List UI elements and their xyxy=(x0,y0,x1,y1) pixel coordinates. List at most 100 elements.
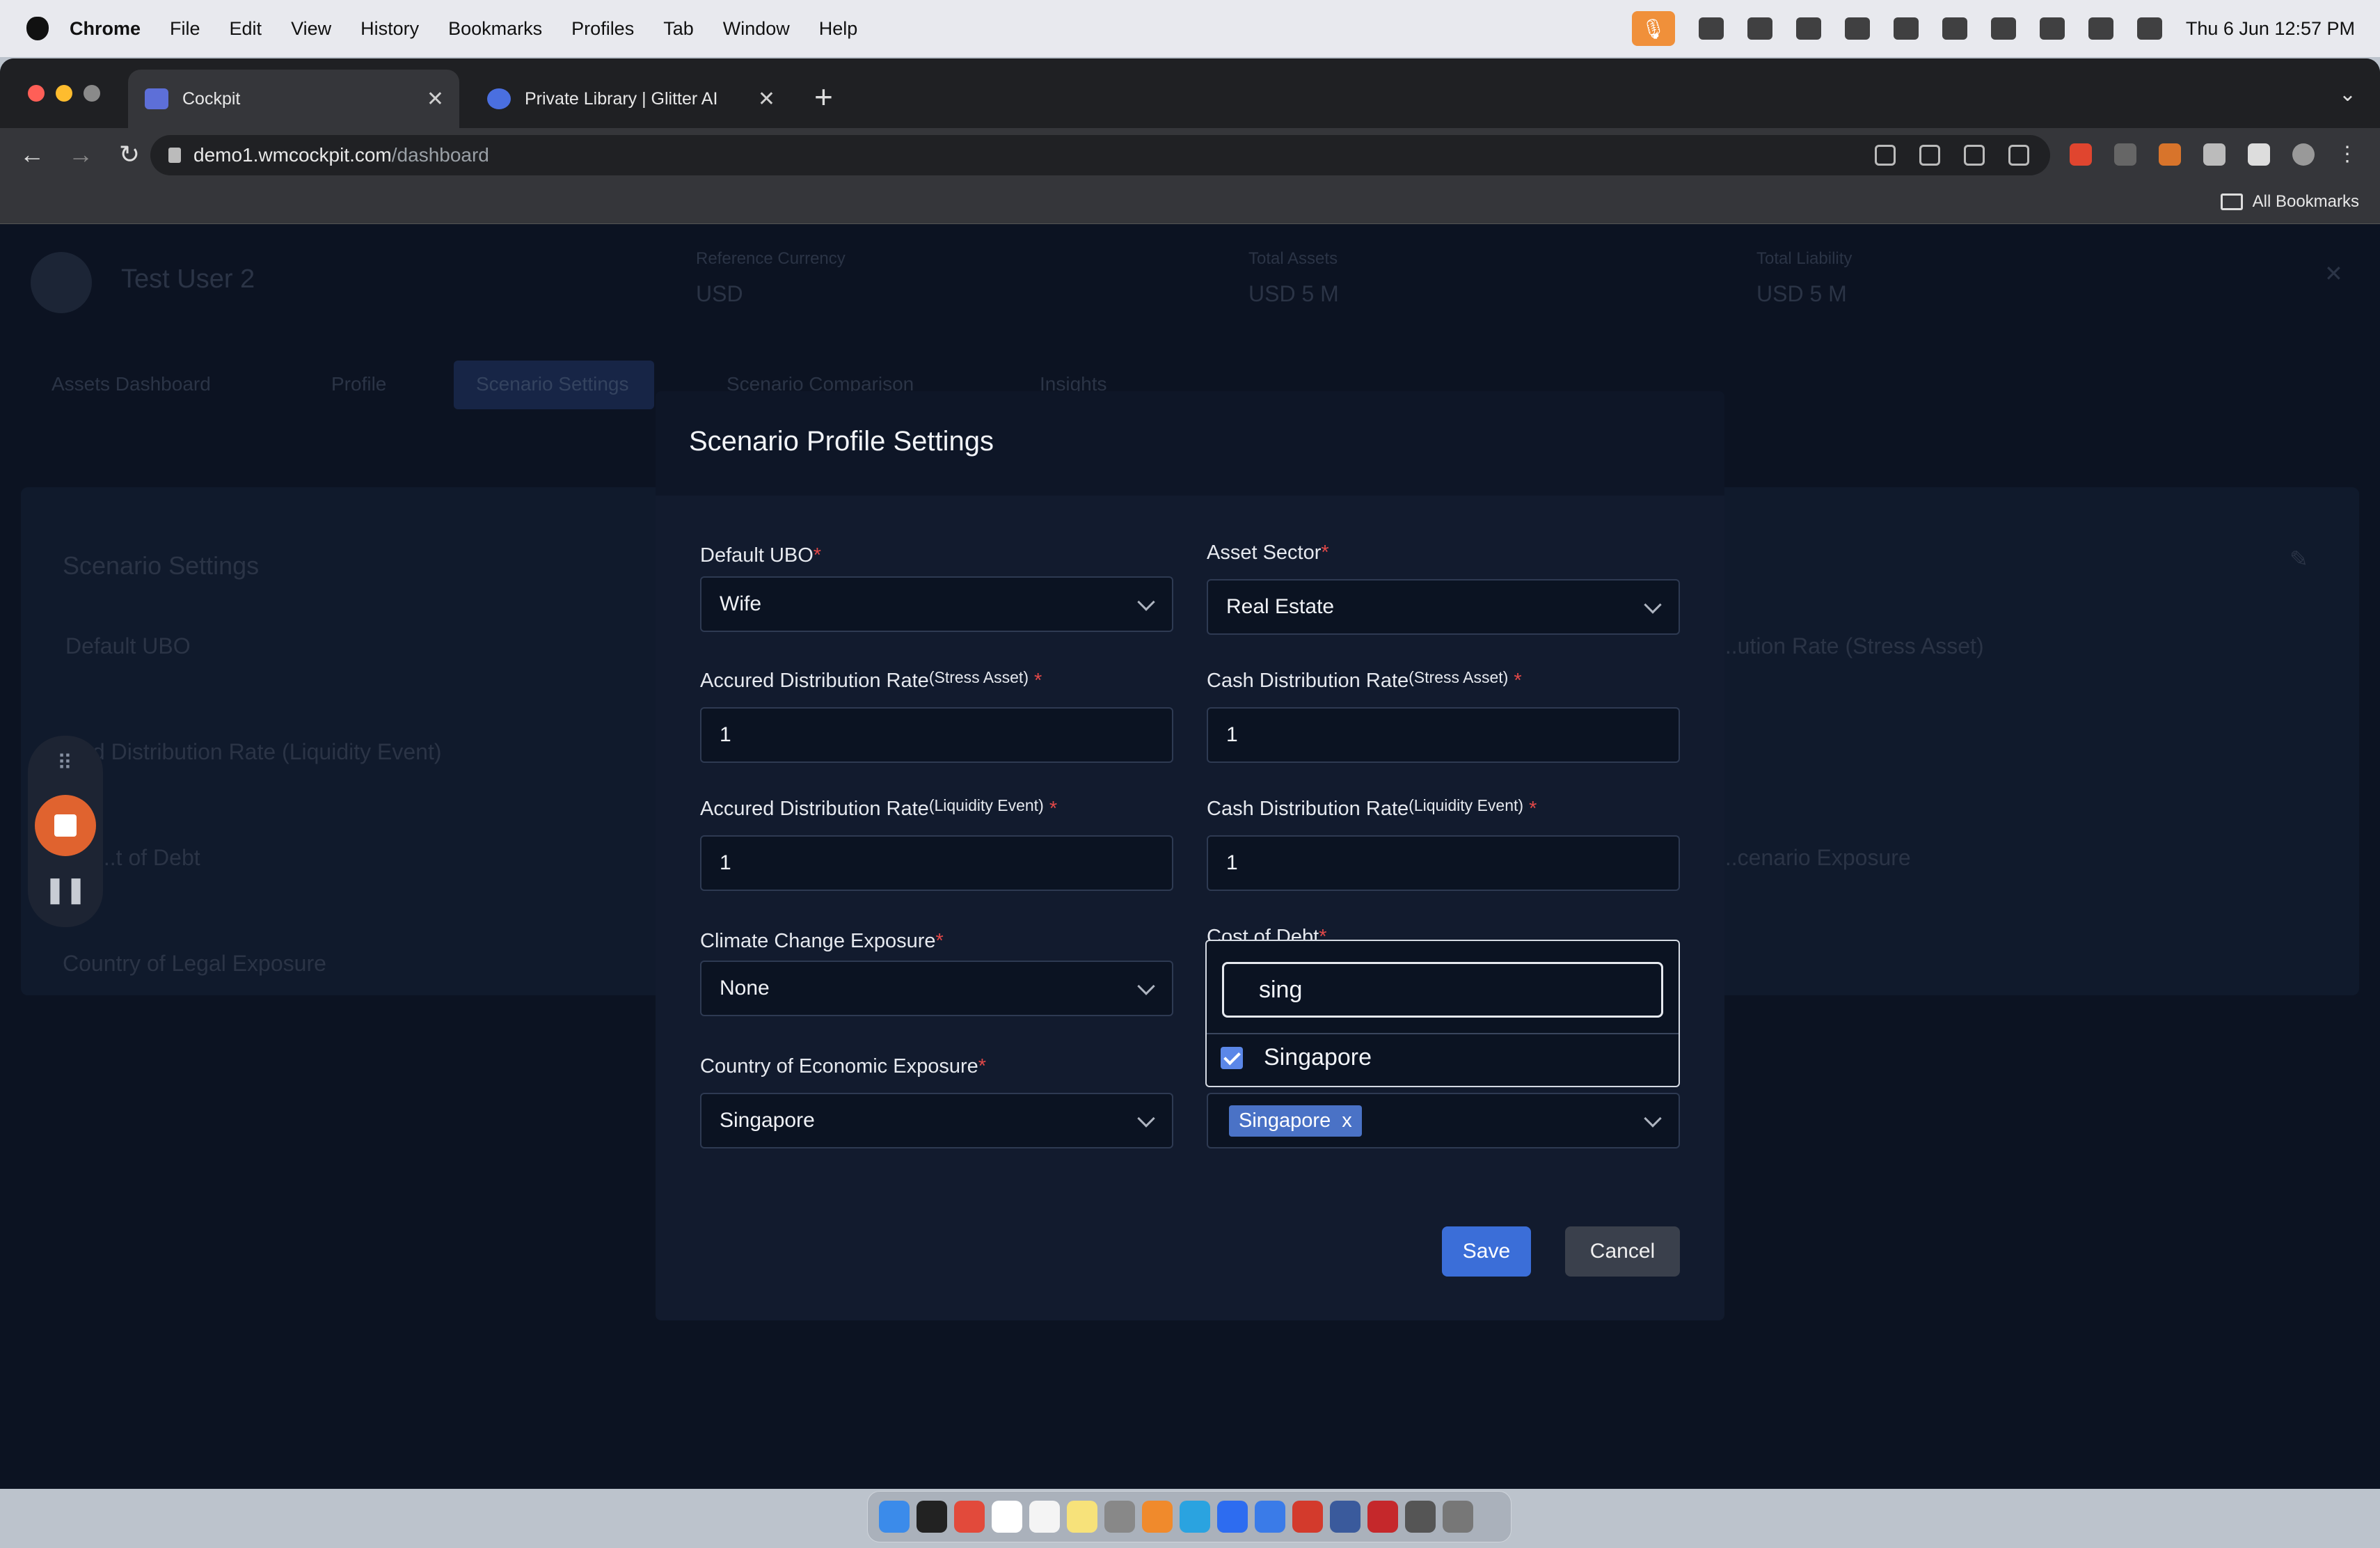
back-icon[interactable]: ← xyxy=(15,140,49,169)
required-asterisk: * xyxy=(1049,798,1058,820)
close-icon[interactable]: ✕ xyxy=(2324,260,2343,287)
share-icon[interactable] xyxy=(1964,145,1985,166)
zoom-icon[interactable] xyxy=(1217,1501,1248,1533)
bookmark-star-icon[interactable] xyxy=(2008,145,2029,166)
reload-icon[interactable]: ↻ xyxy=(113,140,146,169)
menu-tab[interactable]: Tab xyxy=(663,18,694,40)
dropdown-divider xyxy=(1207,1033,1679,1034)
tab-glitter[interactable]: Private Library | Glitter AI ✕ xyxy=(470,70,791,128)
telegram-icon[interactable] xyxy=(1180,1501,1210,1533)
climate-select[interactable]: None xyxy=(700,961,1173,1016)
puzzle-extensions-icon[interactable] xyxy=(2203,143,2226,166)
menu-profiles[interactable]: Profiles xyxy=(571,18,634,40)
acrobat-icon[interactable] xyxy=(1367,1501,1398,1533)
close-window-button[interactable] xyxy=(28,85,45,102)
metamask-icon[interactable] xyxy=(2159,143,2181,166)
new-tab-icon[interactable]: + xyxy=(814,78,833,116)
notes-icon[interactable] xyxy=(1067,1501,1097,1533)
spotlight-search-icon[interactable] xyxy=(2088,17,2113,40)
microphone-icon[interactable]: 🎙 xyxy=(1631,11,1675,46)
forward-icon[interactable]: → xyxy=(64,140,97,169)
minimize-window-button[interactable] xyxy=(56,85,72,102)
airplay-icon[interactable] xyxy=(1893,17,1919,40)
zoom-window-button[interactable] xyxy=(84,85,100,102)
install-app-icon[interactable] xyxy=(1919,145,1940,166)
economic-exposure-select[interactable]: Singapore xyxy=(700,1093,1173,1148)
legal-exposure-multiselect[interactable]: Singapore x xyxy=(1207,1093,1680,1148)
tag-remove-icon[interactable]: x xyxy=(1342,1109,1352,1132)
grammarly-icon[interactable] xyxy=(1747,17,1772,40)
menu-edit[interactable]: Edit xyxy=(230,18,262,40)
stop-recording-button[interactable] xyxy=(35,795,96,856)
cancel-button[interactable]: Cancel xyxy=(1565,1226,1680,1277)
tab-search-chevron-icon[interactable]: ⌄ xyxy=(2339,82,2356,106)
chrome-menu-icon[interactable]: ⋮ xyxy=(2337,143,2359,166)
drag-handle-icon[interactable]: ⠿ xyxy=(28,751,103,775)
menu-bookmarks[interactable]: Bookmarks xyxy=(448,18,542,40)
quicktime-icon[interactable] xyxy=(1330,1501,1360,1533)
reminders-icon[interactable] xyxy=(1029,1501,1060,1533)
chrome-icon[interactable] xyxy=(954,1501,985,1533)
sublime-icon[interactable] xyxy=(1142,1501,1173,1533)
accrued-liquidity-input[interactable]: 1 xyxy=(700,835,1173,891)
asset-sector-select[interactable]: Real Estate xyxy=(1207,579,1680,635)
play-icon[interactable] xyxy=(1942,17,1967,40)
menu-app-name[interactable]: Chrome xyxy=(70,18,141,40)
layout-icon[interactable] xyxy=(1844,17,1870,40)
macos-menubar: Chrome File Edit View History Bookmarks … xyxy=(0,0,2380,57)
cash-stress-input[interactable]: 1 xyxy=(1207,707,1680,763)
save-button[interactable]: Save xyxy=(1442,1226,1531,1277)
bg-field-label: Default UBO xyxy=(65,633,191,658)
safari-icon[interactable] xyxy=(1255,1501,1285,1533)
default-ubo-select[interactable]: Wife xyxy=(700,576,1173,632)
all-bookmarks-button[interactable]: All Bookmarks xyxy=(2220,192,2359,212)
profile-avatar[interactable] xyxy=(2292,143,2315,166)
summary-label: Total Liability xyxy=(1756,249,1853,268)
bookmarks-bar: All Bookmarks xyxy=(0,181,2380,224)
close-tab-icon[interactable]: ✕ xyxy=(427,87,444,111)
menu-help[interactable]: Help xyxy=(819,18,858,40)
finder-icon[interactable] xyxy=(879,1501,910,1533)
control-center-icon[interactable] xyxy=(2136,17,2162,40)
screenshot-icon[interactable] xyxy=(1405,1501,1436,1533)
tab-cockpit[interactable]: Cockpit ✕ xyxy=(128,70,459,128)
menu-window[interactable]: Window xyxy=(723,18,790,40)
bg-tab-profile[interactable]: Profile xyxy=(331,373,386,395)
edit-pencil-icon[interactable]: ✎ xyxy=(2290,546,2308,572)
system-settings-icon[interactable] xyxy=(1104,1501,1135,1533)
apple-icon[interactable] xyxy=(26,17,49,40)
wifi-icon[interactable] xyxy=(2039,17,2065,40)
menubar-clock[interactable]: Thu 6 Jun 12:57 PM xyxy=(2186,18,2355,40)
password-key-icon[interactable] xyxy=(1875,145,1896,166)
address-bar[interactable]: demo1.wmcockpit.com/dashboard xyxy=(150,135,2050,175)
bg-tab-scenario-settings[interactable]: Scenario Settings xyxy=(476,373,628,395)
menu-file[interactable]: File xyxy=(170,18,200,40)
country-dropdown: sing Singapore xyxy=(1205,940,1680,1087)
spotify-icon[interactable] xyxy=(917,1501,947,1533)
settings-sun-icon[interactable] xyxy=(1795,17,1821,40)
cash-liquidity-input[interactable]: 1 xyxy=(1207,835,1680,891)
status-app-icon[interactable] xyxy=(1698,17,1724,40)
checkbox-checked-icon[interactable] xyxy=(1221,1046,1243,1069)
lock-icon[interactable] xyxy=(168,148,181,163)
menu-history[interactable]: History xyxy=(360,18,419,40)
bg-tab-assets-dashboard[interactable]: Assets Dashboard xyxy=(51,373,211,395)
trash-icon[interactable] xyxy=(1443,1501,1473,1533)
close-tab-icon[interactable]: ✕ xyxy=(758,87,775,111)
pause-icon[interactable]: ❚❚ xyxy=(28,875,103,904)
calendar-icon[interactable] xyxy=(992,1501,1022,1533)
accrued-stress-input[interactable]: 1 xyxy=(700,707,1173,763)
mail-app-icon[interactable] xyxy=(1292,1501,1323,1533)
summary-value: USD 5 M xyxy=(1756,281,1847,306)
option-label: Singapore xyxy=(1264,1044,1372,1071)
menu-view[interactable]: View xyxy=(291,18,331,40)
dropdown-option-singapore[interactable]: Singapore xyxy=(1221,1044,1372,1071)
side-panel-icon[interactable] xyxy=(2248,143,2270,166)
extension-record-icon[interactable] xyxy=(2070,143,2092,166)
required-asterisk: * xyxy=(978,1055,987,1077)
dropdown-search-input[interactable]: sing xyxy=(1222,962,1663,1018)
battery-icon[interactable] xyxy=(1990,17,2016,40)
chevron-down-icon xyxy=(1644,596,1662,614)
required-asterisk: * xyxy=(1529,798,1537,820)
extension-more-icon[interactable] xyxy=(2114,143,2136,166)
